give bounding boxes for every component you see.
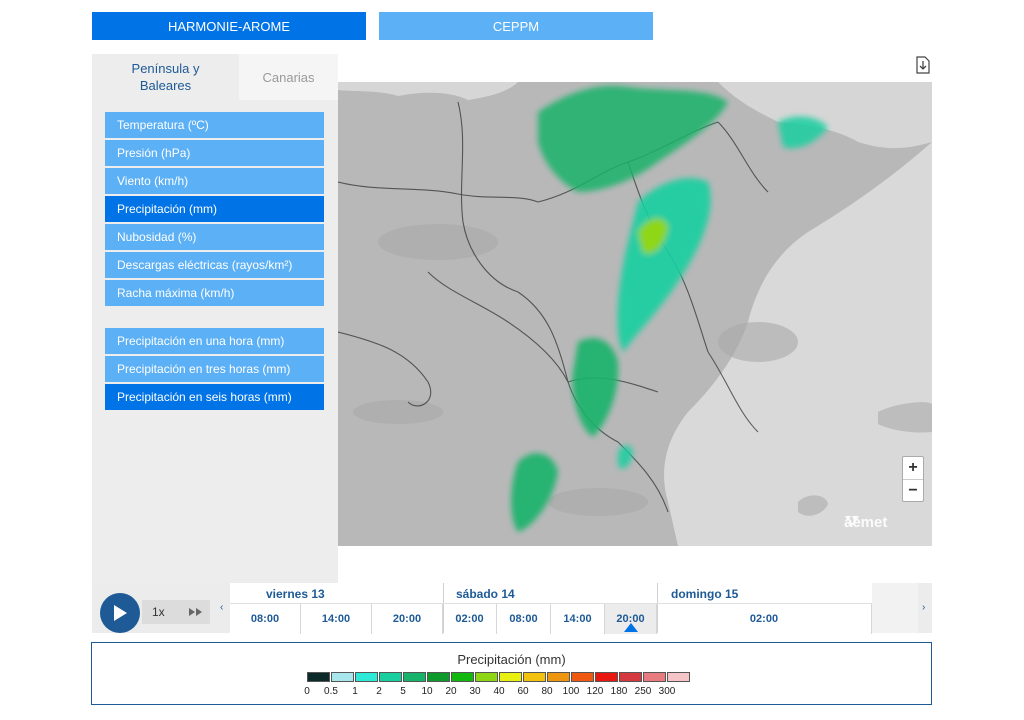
hour-slot[interactable]: 02:00 <box>443 604 497 634</box>
legend-label: 20 <box>445 686 457 697</box>
variable-presion[interactable]: Presión (hPa) <box>105 140 324 166</box>
timeline-end <box>872 583 918 633</box>
legend-swatch <box>451 672 474 682</box>
timeline-prev-arrow[interactable]: ‹ <box>220 602 223 613</box>
timeline-days: viernes 13 sábado 14 domingo 15 08:00 14… <box>230 583 872 634</box>
legend-label: 10 <box>421 686 433 697</box>
variable-list: Temperatura (ºC) Presión (hPa) Viento (k… <box>92 100 338 306</box>
variable-racha[interactable]: Racha máxima (km/h) <box>105 280 324 306</box>
region-tab-peninsula[interactable]: Península y Baleares <box>92 54 239 100</box>
zoom-out-button[interactable]: − <box>903 479 923 501</box>
accumulation-list: Precipitación en una hora (mm) Precipita… <box>92 308 338 410</box>
legend-swatch <box>667 672 690 682</box>
timeline-marker[interactable] <box>624 623 638 632</box>
aemet-logo: aemet <box>844 514 887 531</box>
day-label-viernes: viernes 13 <box>266 587 325 601</box>
legend-swatch <box>523 672 546 682</box>
legend-label: 5 <box>400 686 406 697</box>
region-tab-canarias[interactable]: Canarias <box>239 54 338 100</box>
legend-swatch <box>619 672 642 682</box>
legend-swatch <box>403 672 426 682</box>
legend-swatch <box>379 672 402 682</box>
precipitation-legend: Precipitación (mm) 0 0.5 1 2 5 10 20 30 40 60 80 10… <box>91 642 932 705</box>
variable-precipitacion[interactable]: Precipitación (mm) <box>105 196 324 222</box>
hour-slot[interactable]: 20:00 <box>372 604 443 634</box>
sidebar: Península y Baleares Canarias Temperatur… <box>92 54 338 584</box>
legend-swatch <box>475 672 498 682</box>
legend-swatch <box>643 672 666 682</box>
hour-row: 08:00 14:00 20:00 02:00 08:00 14:00 20:0… <box>230 603 872 634</box>
hour-slot[interactable]: 14:00 <box>551 604 605 634</box>
day-label-sabado: sábado 14 <box>456 587 515 601</box>
model-tab-ceppm[interactable]: CEPPM <box>379 12 653 40</box>
variable-descargas[interactable]: Descargas eléctricas (rayos/km²) <box>105 252 324 278</box>
legend-label: 1 <box>352 686 358 697</box>
legend-labels: 0 0.5 1 2 5 10 20 30 40 60 80 100 120 180 250 300 <box>297 686 697 700</box>
model-tab-harmonie[interactable]: HARMONIE-AROME <box>92 12 366 40</box>
aemet-logo-icon <box>845 516 859 527</box>
accumulation-seis-horas[interactable]: Precipitación en seis horas (mm) <box>105 384 324 410</box>
speed-selector[interactable]: 1x <box>142 600 210 624</box>
download-icon[interactable] <box>916 56 930 74</box>
legend-swatch <box>427 672 450 682</box>
legend-label: 40 <box>493 686 505 697</box>
legend-swatch <box>595 672 618 682</box>
hour-slot[interactable]: 14:00 <box>301 604 372 634</box>
fast-forward-icon[interactable] <box>188 607 204 617</box>
legend-swatch <box>571 672 594 682</box>
legend-label: 300 <box>658 686 676 697</box>
legend-swatch <box>355 672 378 682</box>
map-image <box>338 82 932 546</box>
forecast-map[interactable]: + − aemet <box>338 82 932 546</box>
legend-swatch <box>307 672 330 682</box>
legend-label: 250 <box>634 686 652 697</box>
legend-swatches <box>307 672 691 682</box>
accumulation-una-hora[interactable]: Precipitación en una hora (mm) <box>105 328 324 354</box>
legend-label: 60 <box>517 686 529 697</box>
legend-label: 180 <box>610 686 628 697</box>
variable-nubosidad[interactable]: Nubosidad (%) <box>105 224 324 250</box>
legend-label: 2 <box>376 686 382 697</box>
legend-label: 0 <box>304 686 310 697</box>
zoom-control: + − <box>902 456 924 502</box>
legend-swatch <box>547 672 570 682</box>
speed-value: 1x <box>152 605 165 619</box>
legend-title: Precipitación (mm) <box>457 652 566 667</box>
legend-label: 100 <box>562 686 580 697</box>
variable-temperatura[interactable]: Temperatura (ºC) <box>105 112 324 138</box>
hour-slot[interactable]: 08:00 <box>230 604 301 634</box>
legend-label: 120 <box>586 686 604 697</box>
timeline-next-arrow[interactable]: › <box>922 602 925 613</box>
play-button[interactable] <box>100 593 140 633</box>
legend-label: 0.5 <box>324 686 338 697</box>
legend-label: 80 <box>541 686 553 697</box>
variable-viento[interactable]: Viento (km/h) <box>105 168 324 194</box>
zoom-in-button[interactable]: + <box>903 457 923 479</box>
region-tabs: Península y Baleares Canarias <box>92 54 338 100</box>
hour-slot[interactable]: 08:00 <box>497 604 551 634</box>
legend-swatch <box>499 672 522 682</box>
legend-swatch <box>331 672 354 682</box>
day-label-domingo: domingo 15 <box>671 587 739 601</box>
play-icon <box>114 605 127 621</box>
timeline-bar: 1x ‹ viernes 13 sábado 14 domingo 15 08:… <box>92 583 932 634</box>
hour-slot[interactable]: 02:00 <box>657 604 872 634</box>
legend-label: 30 <box>469 686 481 697</box>
accumulation-tres-horas[interactable]: Precipitación en tres horas (mm) <box>105 356 324 382</box>
